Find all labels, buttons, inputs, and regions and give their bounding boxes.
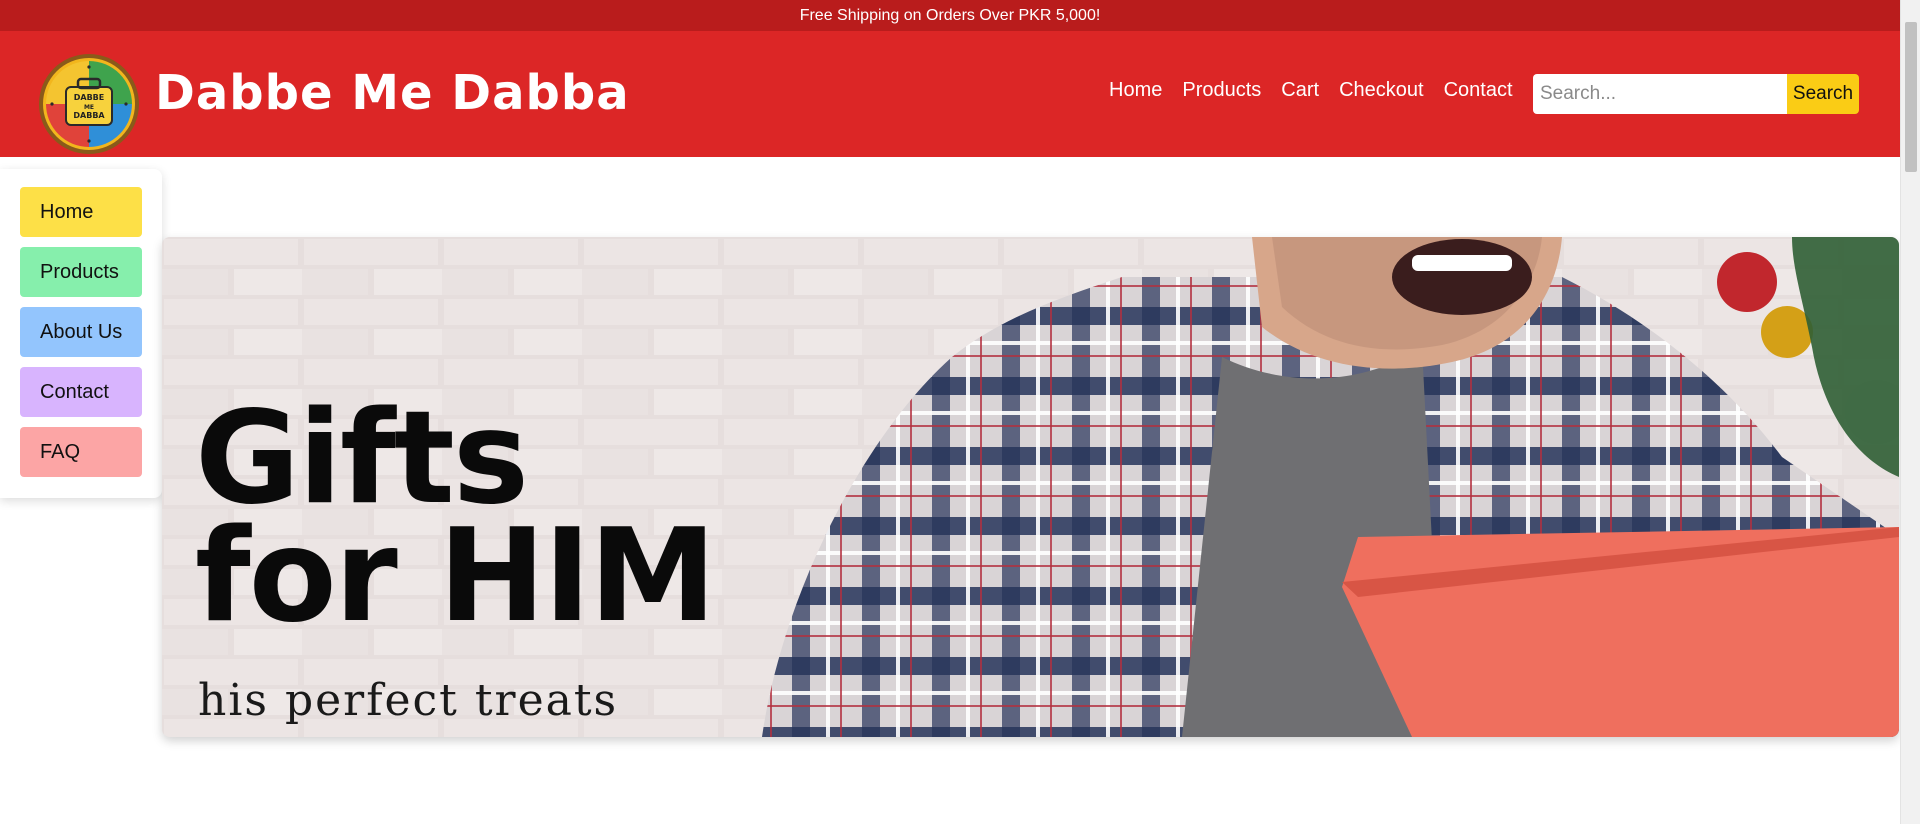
search-form: Search (1533, 74, 1859, 114)
hero-title-line-1: Gifts (195, 384, 529, 533)
sidebar-item-about-us[interactable]: About Us (20, 307, 142, 357)
nav-contact[interactable]: Contact (1444, 79, 1513, 102)
nav-cart[interactable]: Cart (1281, 79, 1319, 102)
main-nav: Home Products Cart Checkout Contact (1109, 79, 1533, 102)
page-scrollbar[interactable] (1900, 0, 1920, 824)
hero-banner[interactable]: Gifts for HIM his perfect treats (162, 237, 1899, 737)
announcement-bar: Free Shipping on Orders Over PKR 5,000! (0, 0, 1900, 31)
brand-name[interactable]: Dabbe Me Dabba (155, 65, 630, 121)
nav-home[interactable]: Home (1109, 79, 1162, 102)
nav-products[interactable]: Products (1182, 79, 1261, 102)
logo-text-line-3: DABBA (73, 111, 105, 120)
sidebar: Home Products About Us Contact FAQ (0, 169, 162, 498)
hero-title-line-2: for HIM (195, 502, 716, 651)
page: Free Shipping on Orders Over PKR 5,000! … (0, 0, 1920, 824)
logo-text-line-1: DABBE (74, 93, 105, 102)
sidebar-item-products[interactable]: Products (20, 247, 142, 297)
hero-subtitle: his perfect treats (198, 675, 619, 726)
search-input[interactable] (1533, 74, 1787, 114)
sidebar-item-contact[interactable]: Contact (20, 367, 142, 417)
scrollbar-thumb[interactable] (1905, 22, 1917, 172)
logo-text-line-2: ME (84, 104, 94, 111)
announcement-text: Free Shipping on Orders Over PKR 5,000! (799, 6, 1101, 24)
logo[interactable]: DABBE ME DABBA (38, 53, 140, 155)
sidebar-item-home[interactable]: Home (20, 187, 142, 237)
hero-title: Gifts for HIM (195, 384, 716, 651)
nav-checkout[interactable]: Checkout (1339, 79, 1424, 102)
sidebar-item-faq[interactable]: FAQ (20, 427, 142, 477)
site-header: DABBE ME DABBA Dabbe Me Dabba Home Produ… (0, 31, 1900, 157)
search-button[interactable]: Search (1787, 74, 1859, 114)
